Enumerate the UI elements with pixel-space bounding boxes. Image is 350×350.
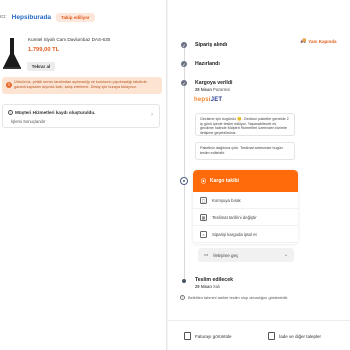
courier-logo-part-a: hepsi — [194, 97, 211, 103]
check-icon: ✓ — [181, 80, 187, 86]
delivery-date-value: 29 Nisan — [195, 284, 212, 289]
delivery-date: 29 Nisan Salı — [195, 284, 220, 289]
courier-logo-part-b: JET — [210, 97, 223, 103]
shipped-date-value: 28 Nisan — [195, 87, 212, 92]
returns-button[interactable]: İade ve diğer talepler — [268, 332, 321, 340]
cargo-track-button[interactable]: ⦿ Kargo takibi — [193, 170, 298, 192]
warning-icon: ! — [6, 82, 12, 88]
invoice-label: Faturayı görüntüle — [195, 333, 232, 339]
bottom-action-bar: Faturayı görüntüle İade ve diğer taleple… — [168, 320, 350, 350]
contact-label: İletişime geç — [213, 252, 239, 258]
truck-icon: 🚚 — [300, 38, 307, 44]
chat-icon: ▭ — [204, 252, 209, 257]
cancel-in-cargo-option[interactable]: × Siparişi kargoda iptal et — [193, 226, 298, 243]
reorder-button[interactable]: Tekrar al — [27, 62, 55, 71]
cargo-track-label: Kargo takibi — [210, 178, 239, 184]
delay-message: Gecikme için üzgünüz 😔. Gecikon paketler… — [195, 113, 295, 136]
service-title: Müşteri Hizmetleri kaydı oluşturuldu. — [15, 110, 96, 115]
estimate-note-text: Belirtilen tahmini tarihte teslim olup o… — [188, 295, 289, 300]
seller-prefix: ıcı: — [0, 14, 7, 20]
chevron-right-icon: › — [151, 112, 153, 118]
shipped-day: Pazartesi — [212, 87, 231, 92]
return-box-icon — [268, 332, 275, 340]
invoice-icon — [184, 332, 191, 340]
step-prepared: Hazırlandı — [195, 61, 220, 67]
chevron-down-icon: ⌄ — [283, 252, 288, 258]
service-ticket-card[interactable]: i Müşteri Hizmetleri kaydı oluşturuldu. … — [2, 104, 160, 128]
delivery-day: Salı — [212, 284, 221, 289]
info-icon: i — [180, 295, 185, 300]
cancel-box-icon: × — [200, 230, 207, 238]
pending-step-dot — [182, 279, 186, 283]
location-pin-icon: ⦿ — [201, 178, 207, 185]
product-price: 1.799,00 TL — [28, 47, 60, 53]
view-invoice-button[interactable]: Faturayı görüntüle — [184, 332, 232, 340]
check-icon: ✓ — [181, 42, 187, 48]
shipped-date: 28 Nisan Pazartesi — [195, 87, 230, 92]
option-label: Komşuya bırak — [212, 197, 241, 203]
cargo-actions-card: ⦿ Kargo takibi ▢ Komşuya bırak ▦ Teslima… — [193, 170, 298, 244]
warning-text: Ürününüz, yetkili servis tarafından açıl… — [14, 80, 147, 89]
step-received: Sipariş alındı — [195, 42, 228, 48]
seller-name-link[interactable]: Hepsiburada — [12, 14, 51, 21]
product-title[interactable]: Kumtel Siyah Cam Davlumbaz DAS-630 — [28, 37, 110, 42]
leave-with-neighbor-option[interactable]: ▢ Komşuya bırak — [193, 192, 298, 209]
estimate-note: i Belirtilen tahmini tarihte teslim olup… — [180, 295, 288, 300]
cargo-eta-link[interactable]: 🚚 Yanı Kapında — [300, 38, 337, 44]
service-link[interactable]: İşlemi Sonuçlandır — [11, 119, 45, 124]
change-delivery-date-option[interactable]: ▦ Teslimat tarihini değiştir — [193, 209, 298, 226]
option-label: Siparişi kargoda iptal et — [212, 231, 257, 237]
calendar-icon: ▦ — [200, 213, 207, 221]
out-for-delivery-message: Paketiniz dağıtıma çıktı. Teslimat adres… — [195, 142, 295, 160]
step-shipped: Kargoya verildi — [195, 80, 233, 86]
left-panel: ıcı: Hepsiburada Takip ediliyor Kumtel S… — [0, 0, 167, 350]
check-icon: ✓ — [181, 61, 187, 67]
seller-row: ıcı: Hepsiburada Takip ediliyor — [0, 10, 95, 24]
cargo-eta-label: Yanı Kapında — [308, 38, 337, 44]
courier-logo: hepsiJET — [194, 97, 222, 103]
product-image[interactable] — [2, 38, 22, 70]
product-card: Kumtel Siyah Cam Davlumbaz DAS-630 1.799… — [0, 34, 160, 76]
box-icon: ▢ — [200, 196, 207, 204]
current-step-marker — [180, 177, 188, 185]
follow-button[interactable]: Takip ediliyor — [56, 12, 95, 22]
contact-dropdown[interactable]: ▭ İletişime geç ⌄ — [198, 248, 294, 262]
info-icon: i — [8, 110, 13, 115]
step-delivery: Teslim edilecek — [195, 277, 233, 283]
option-label: Teslimat tarihini değiştir — [212, 214, 257, 220]
returns-label: İade ve diğer talepler — [279, 333, 322, 339]
warranty-warning[interactable]: ! Ürününüz, yetkili servis tarafından aç… — [2, 77, 162, 94]
